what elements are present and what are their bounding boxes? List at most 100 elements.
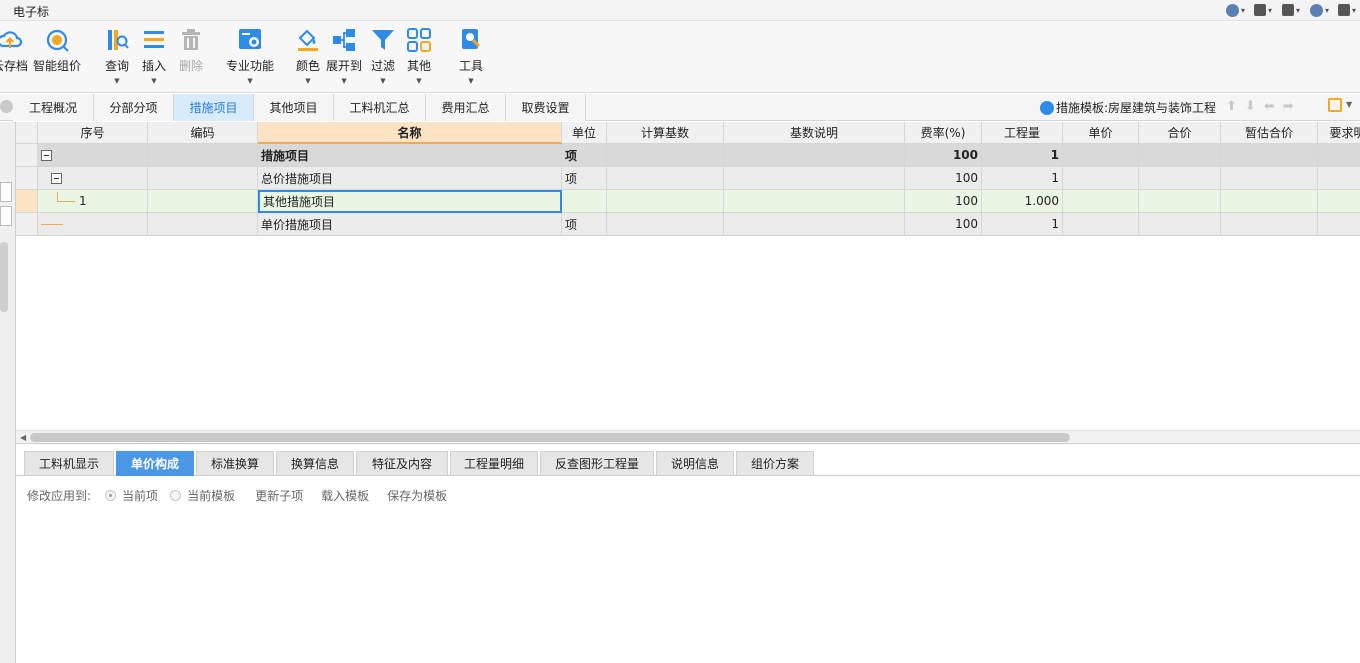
row-quantity[interactable]: 1 [982,167,1063,190]
tab-standard-conversion[interactable]: 标准换算 [196,451,274,476]
header-code[interactable]: 编码 [148,122,258,144]
row-rate[interactable]: 100 [905,213,982,236]
measure-template[interactable]: 措施模板:房屋建筑与装饰工程 [1040,99,1216,116]
collapse-icon[interactable] [51,172,62,184]
row-unit-price[interactable] [1063,213,1139,236]
row-requirement[interactable] [1318,144,1360,167]
row-est-total[interactable] [1221,190,1318,213]
row-unit[interactable]: 项 [562,167,607,190]
row-base-desc[interactable] [724,144,905,167]
delete-button[interactable]: 删除 [178,25,204,91]
tab-quantity-detail[interactable]: 工程量明细 [450,451,538,476]
tab-pricing-plan[interactable]: 组价方案 [736,451,814,476]
left-scrollbar[interactable] [0,242,8,312]
row-base-desc[interactable] [724,167,905,190]
column-settings-icon[interactable] [1328,98,1342,112]
row-total[interactable] [1139,213,1221,236]
row-quantity[interactable]: 1.000 [982,190,1063,213]
tab-unit-price-composition[interactable]: 单价构成 [116,451,194,476]
header-total[interactable]: 合价 [1139,122,1221,144]
row-total[interactable] [1139,144,1221,167]
header-unit-price[interactable]: 单价 [1063,122,1139,144]
tab-cost-summary[interactable]: 费用汇总 [426,94,506,121]
header-rate[interactable]: 费率(%) [905,122,982,144]
tab-conversion-info[interactable]: 换算信息 [276,451,354,476]
horizontal-scrollbar[interactable]: ◀ [16,430,1360,444]
query-button[interactable]: 查询 ▼ [104,25,130,91]
row-requirement[interactable] [1318,167,1360,190]
left-dropdown[interactable] [0,182,12,202]
row-name[interactable]: 总价措施项目 [258,167,562,190]
color-button[interactable]: 颜色 ▼ [295,25,321,91]
table-row[interactable]: 单价措施项目 项 100 1 [16,213,1360,236]
arrow-down-icon[interactable]: ⬇ [1245,99,1256,114]
row-name[interactable]: 措施项目 [258,144,562,167]
row-unit[interactable]: 项 [562,213,607,236]
tab-graphic-quantity-lookup[interactable]: 反查图形工程量 [540,451,654,476]
header-name[interactable]: 名称 [258,122,562,144]
row-unit[interactable]: 项 [562,144,607,167]
row-unit-price[interactable] [1063,190,1139,213]
row-calc-base[interactable] [607,144,724,167]
row-rate[interactable]: 100 [905,144,982,167]
header-calc-base[interactable]: 计算基数 [607,122,724,144]
row-code[interactable] [148,167,258,190]
apps-icon[interactable]: ▾ [1254,2,1276,18]
tab-sub-items[interactable]: 分部分项 [94,94,174,121]
row-rate[interactable]: 100 [905,167,982,190]
filter-button[interactable]: 过滤 ▼ [370,25,396,91]
row-est-total[interactable] [1221,167,1318,190]
row-total[interactable] [1139,190,1221,213]
row-total[interactable] [1139,167,1221,190]
tab-other-items[interactable]: 其他项目 [254,94,334,121]
row-name-editing[interactable]: 其他措施项目 [258,190,562,213]
table-row[interactable]: 总价措施项目 项 100 1 [16,167,1360,190]
row-base-desc[interactable] [724,213,905,236]
radio-current-template[interactable] [170,489,182,501]
expand-to-button[interactable]: 展开到 ▼ [326,25,362,91]
tab-labor-material-display[interactable]: 工料机显示 [24,451,114,476]
header-quantity[interactable]: 工程量 [982,122,1063,144]
tab-features-content[interactable]: 特征及内容 [356,451,448,476]
arrow-up-icon[interactable]: ⬆ [1226,99,1237,114]
row-calc-base[interactable] [607,190,724,213]
row-requirement-checkbox[interactable]: ✓ [1318,190,1360,213]
row-est-total[interactable] [1221,213,1318,236]
row-indicator[interactable] [16,167,38,190]
other-button[interactable]: 其他 ▼ [406,25,432,91]
radio-current-item[interactable] [105,489,117,501]
row-indicator[interactable] [16,213,38,236]
load-template-button[interactable]: 载入模板 [321,487,369,504]
upload-icon[interactable]: ▾ [1282,2,1304,18]
row-calc-base[interactable] [607,213,724,236]
save-as-template-button[interactable]: 保存为模板 [387,487,447,504]
row-unit[interactable] [562,190,607,213]
row-calc-base[interactable] [607,167,724,190]
radio-current-item-label[interactable]: 当前项 [122,487,158,504]
tab-fee-settings[interactable]: 取费设置 [506,94,586,121]
header-unit[interactable]: 单位 [562,122,607,144]
row-name[interactable]: 单价措施项目 [258,213,562,236]
row-code[interactable] [148,213,258,236]
update-children-button[interactable]: 更新子项 [255,487,303,504]
row-indicator[interactable] [16,144,38,167]
tab-measures[interactable]: 措施项目 [174,94,254,121]
row-indicator[interactable] [16,190,38,213]
table-row[interactable]: 措施项目 项 100 1 [16,144,1360,167]
table-row-selected[interactable]: 1 其他措施项目 100 1.000 ✓ [16,190,1360,213]
row-est-total[interactable] [1221,144,1318,167]
column-settings-dropdown-icon[interactable]: ▼ [1346,100,1352,109]
header-est-total[interactable]: 暂估合价 [1221,122,1318,144]
tab-description-info[interactable]: 说明信息 [656,451,734,476]
tools-button[interactable]: 工具 ▼ [458,25,484,91]
arrow-right-icon[interactable]: ➡ [1283,99,1294,114]
professional-function-button[interactable]: 专业功能 ▼ [226,25,274,91]
header-base-desc[interactable]: 基数说明 [724,122,905,144]
arrow-left-icon[interactable]: ⬅ [1264,99,1275,114]
row-rate[interactable]: 100 [905,190,982,213]
row-code[interactable] [148,190,258,213]
header-seq[interactable]: 序号 [38,122,148,144]
support-icon[interactable]: ▾ [1310,2,1332,18]
row-base-desc[interactable] [724,190,905,213]
row-quantity[interactable]: 1 [982,144,1063,167]
